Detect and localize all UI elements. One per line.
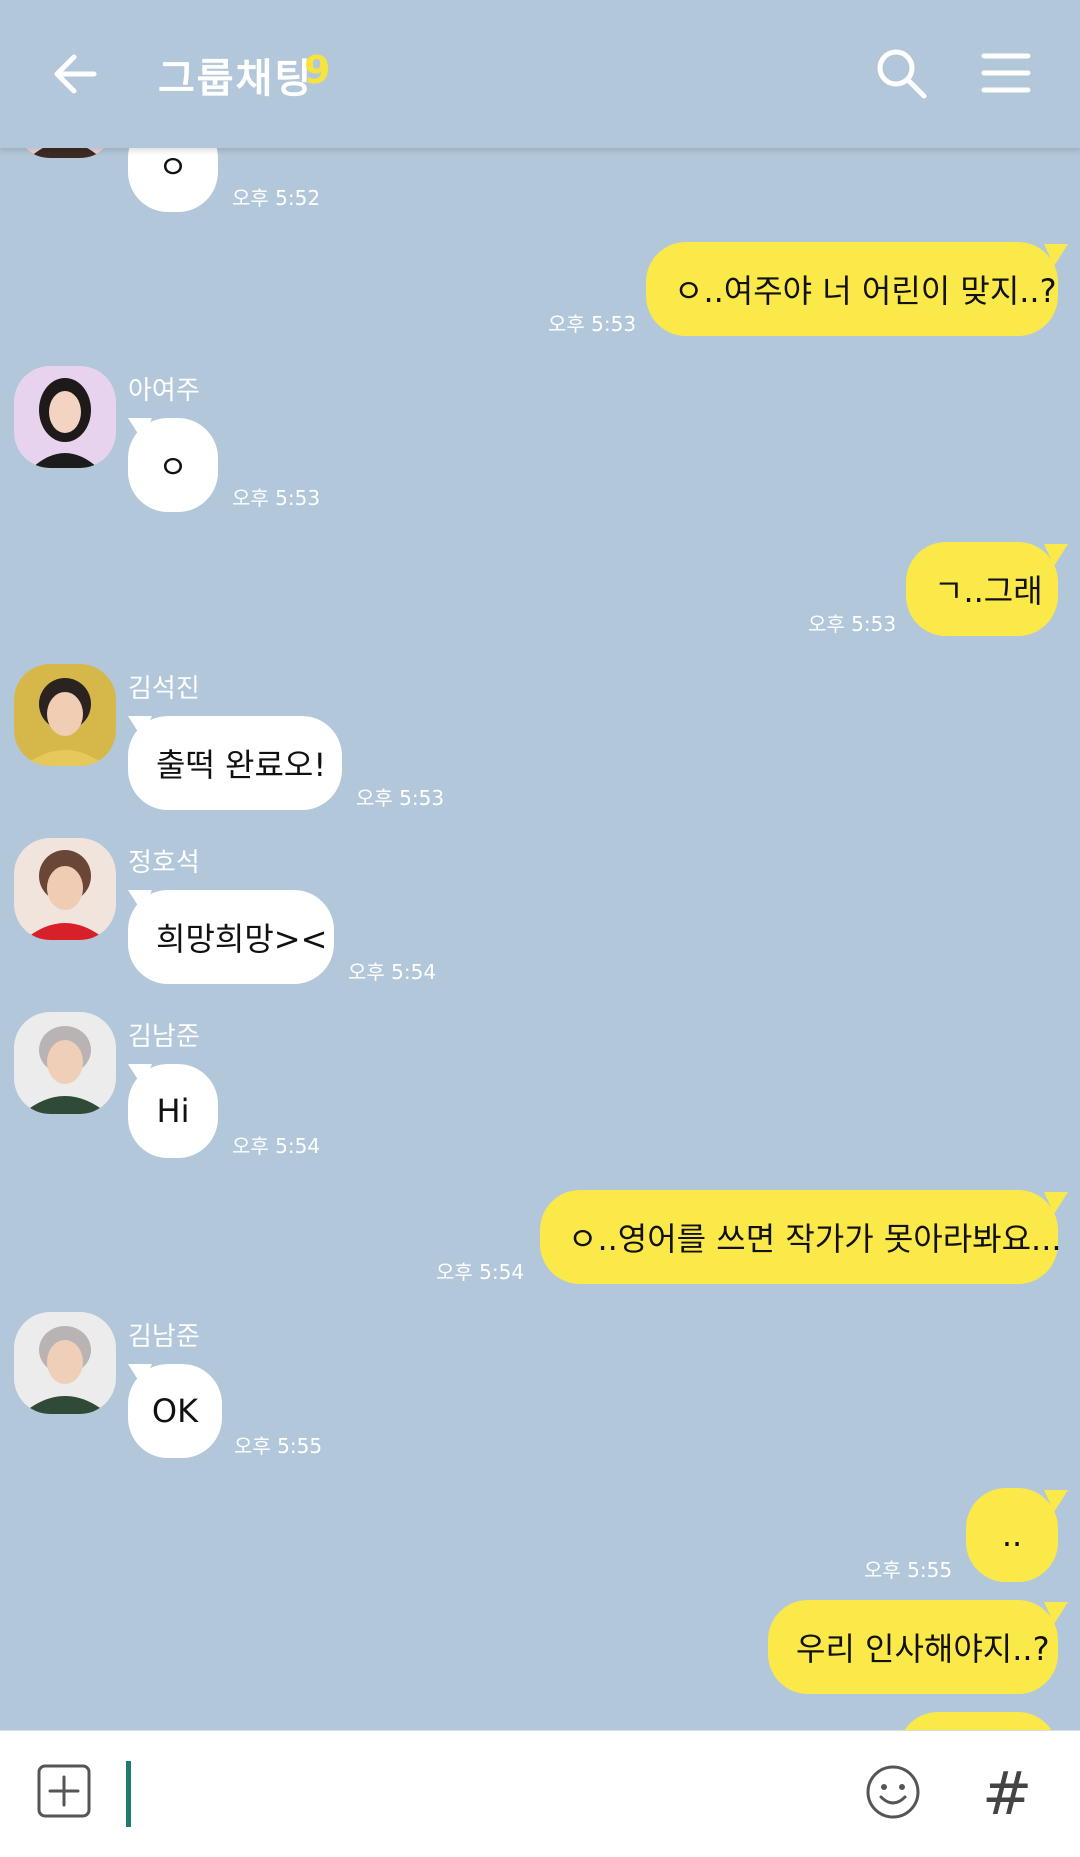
hashtag-button[interactable]: # (982, 1759, 1032, 1829)
message-time: 오후 5:53 (232, 486, 321, 510)
message-bubble[interactable]: ㅇ..영어를 쓰면 작가가 못아라봐요... (540, 1190, 1062, 1284)
avatar-김남준[interactable] (14, 1312, 116, 1414)
member-count: 9 (304, 48, 331, 92)
message-text: 희망희망>< (156, 920, 328, 958)
message-text: ㅇ (158, 448, 188, 486)
avatar-정호석[interactable] (14, 838, 116, 940)
message-time: 오후 5:53 (808, 612, 897, 636)
message-bubble[interactable]: ㅇ..여주야 너 어린이 맞지..? (646, 242, 1058, 336)
message-time: 오후 5:55 (234, 1434, 323, 1458)
message-time: 오후 5:52 (232, 186, 321, 210)
message-text: ㅇ..영어를 쓰면 작가가 못아라봐요... (568, 1220, 1062, 1258)
emoji-icon (866, 1765, 920, 1819)
avatar-김석진[interactable] (14, 664, 116, 766)
bubble-tail (128, 1064, 152, 1086)
message-time: 오후 5:54 (232, 1134, 321, 1158)
message-text: 우리 인사해야지..? (796, 1630, 1050, 1668)
plus-icon (37, 1764, 91, 1818)
message-text: Hi (156, 1092, 190, 1130)
text-cursor (126, 1761, 131, 1827)
back-button[interactable] (46, 44, 106, 104)
chat-screen: ㅇ 오후 5:52 ㅇ..여주야 너 어린이 맞지..? 오후 5:53 아여주… (0, 0, 1080, 1857)
message-time: 오후 5:54 (348, 960, 437, 984)
search-button[interactable] (874, 46, 930, 102)
message-text: OK (151, 1392, 199, 1430)
bubble-tail (1044, 1490, 1068, 1512)
attach-button[interactable] (36, 1763, 92, 1819)
message-list[interactable]: ㅇ 오후 5:52 ㅇ..여주야 너 어린이 맞지..? 오후 5:53 아여주… (0, 0, 1080, 1730)
message-bubble[interactable]: ㄱ..그래 (906, 542, 1058, 636)
avatar-아여주[interactable] (14, 366, 116, 468)
avatar-김남준[interactable] (14, 1012, 116, 1114)
chat-header: 그룹채팅 9 (0, 0, 1080, 148)
bubble-tail (128, 1364, 152, 1386)
bubble-tail (128, 890, 152, 912)
sender-name: 김석진 (128, 674, 200, 704)
search-icon (877, 49, 927, 99)
message-input[interactable] (124, 1755, 824, 1835)
bubble-tail (1044, 1602, 1068, 1624)
chat-title: 그룹채팅 (158, 56, 314, 102)
bubble-tail (128, 418, 152, 440)
sender-name: 정호석 (128, 848, 200, 878)
message-time: 오후 5:54 (436, 1260, 525, 1284)
bubble-tail (1044, 544, 1068, 566)
message-text: ㄱ..그래 (934, 572, 1043, 610)
message-time: 오후 5:55 (864, 1558, 953, 1582)
message-input-bar: # (0, 1730, 1080, 1857)
menu-button[interactable] (980, 50, 1032, 96)
message-text: .. (1001, 1516, 1023, 1554)
sender-name: 김남준 (128, 1022, 200, 1052)
message-text: ㅇ..여주야 너 어린이 맞지..? (674, 272, 1057, 310)
bubble-tail (1044, 244, 1068, 266)
message-time: 오후 5:53 (356, 786, 445, 810)
bubble-tail (128, 716, 152, 738)
back-arrow-icon (54, 54, 97, 94)
bubble-tail (1044, 1192, 1068, 1214)
sender-name: 아여주 (128, 376, 200, 406)
message-bubble[interactable]: 우리 인사해야지..? (768, 1600, 1058, 1694)
message-text: ㅇ (158, 148, 188, 186)
message-bubble[interactable]: 희망희망>< (128, 890, 334, 984)
emoji-button[interactable] (864, 1763, 922, 1821)
message-bubble[interactable]: 출떡 완료오! (128, 716, 342, 810)
message-time: 오후 5:53 (548, 312, 637, 336)
message-text: 출떡 완료오! (156, 746, 327, 784)
sender-name: 김남준 (128, 1322, 200, 1352)
message-bubble-partial[interactable] (898, 1712, 1058, 1730)
menu-icon (981, 53, 1031, 93)
